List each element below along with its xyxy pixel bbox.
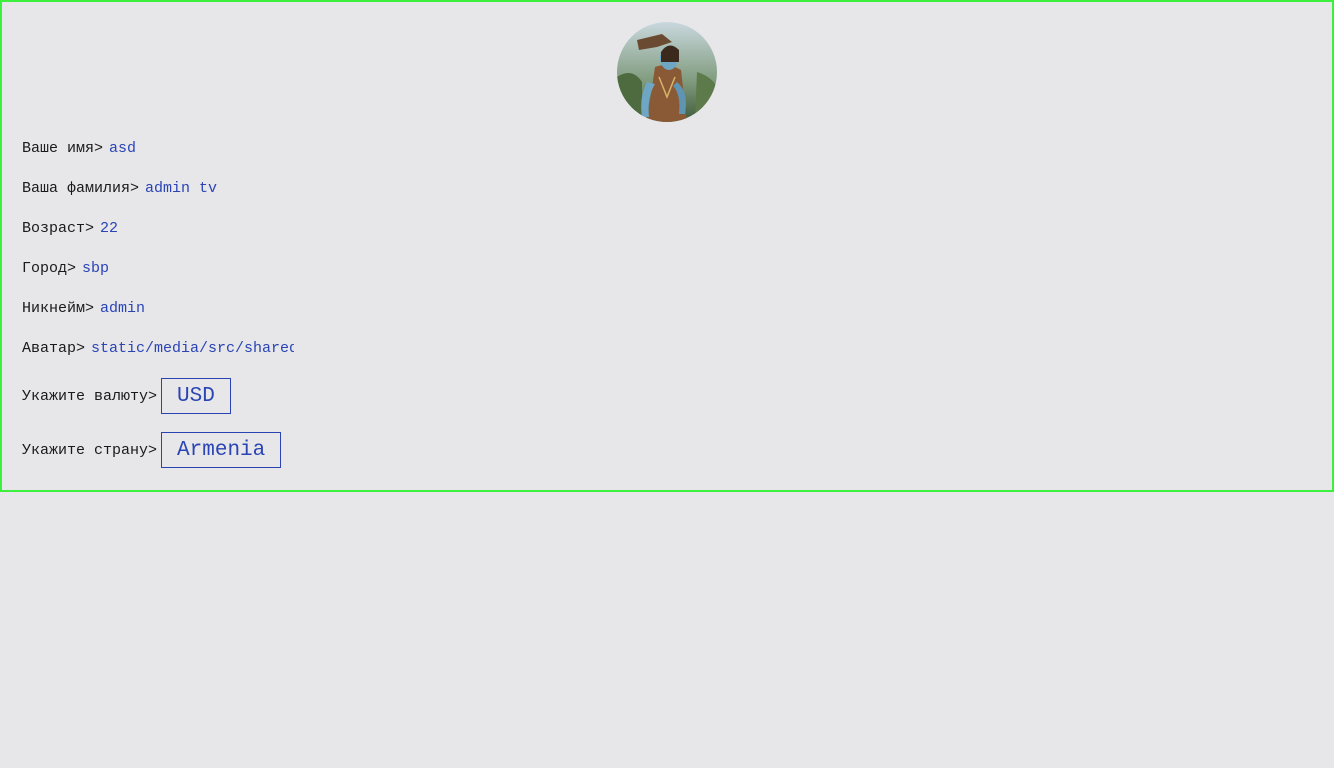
last-name-label: Ваша фамилия> [22, 180, 140, 197]
country-select[interactable]: Armenia [161, 432, 282, 468]
currency-row: Укажите валюту> USD [22, 378, 231, 414]
age-row: Возраст> [22, 220, 281, 237]
first-name-row: Ваше имя> [22, 140, 290, 157]
city-label: Город> [22, 260, 77, 277]
nickname-input[interactable] [100, 300, 281, 317]
avatar-image [617, 22, 717, 122]
first-name-label: Ваше имя> [22, 140, 104, 157]
age-input[interactable] [100, 220, 281, 237]
city-row: Город> [22, 260, 263, 277]
avatar-path-row: Аватар> [22, 340, 295, 357]
avatar-path-label: Аватар> [22, 340, 86, 357]
age-label: Возраст> [22, 220, 95, 237]
profile-card: Ваше имя> Ваша фамилия> Возраст> Город> … [0, 0, 1334, 492]
nickname-row: Никнейм> [22, 300, 281, 317]
city-input[interactable] [82, 260, 263, 277]
currency-select[interactable]: USD [161, 378, 231, 414]
first-name-input[interactable] [109, 140, 290, 157]
avatar-path-input[interactable] [91, 340, 295, 357]
last-name-input[interactable] [145, 180, 326, 197]
last-name-row: Ваша фамилия> [22, 180, 326, 197]
currency-label: Укажите валюту> [22, 387, 158, 405]
country-row: Укажите страну> Armenia [22, 432, 282, 468]
nickname-label: Никнейм> [22, 300, 95, 317]
avatar [617, 22, 717, 122]
country-label: Укажите страну> [22, 441, 158, 459]
